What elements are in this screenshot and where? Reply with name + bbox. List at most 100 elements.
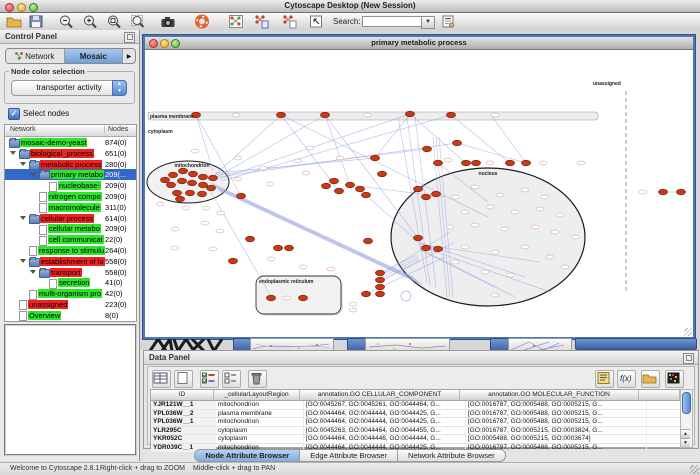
table-cell[interactable]: [GO:0016787, GO:0005488, GO:0005215, G..… bbox=[466, 418, 647, 426]
tab-overflow-arrow-icon[interactable]: ▶ bbox=[123, 49, 135, 63]
table-cell[interactable]: YLR295C bbox=[151, 427, 216, 435]
open-file-icon[interactable] bbox=[6, 14, 22, 29]
tree-row[interactable]: primary metabo209(... bbox=[5, 169, 136, 180]
graph-node[interactable] bbox=[522, 160, 531, 166]
save-session-icon[interactable] bbox=[28, 14, 44, 29]
table-cell[interactable]: cytoplasm bbox=[216, 427, 304, 435]
snapshot-icon[interactable] bbox=[160, 14, 176, 29]
table-cell[interactable]: plasma membrane bbox=[216, 410, 304, 418]
graph-node[interactable] bbox=[346, 182, 355, 188]
disclosure-arrow-icon[interactable] bbox=[20, 162, 26, 166]
tab-network-attribute-browser[interactable]: Network Attribute Browser bbox=[398, 449, 506, 462]
graph-node[interactable] bbox=[422, 245, 431, 251]
network-window[interactable]: primary metabolic process plasma membran… bbox=[143, 35, 695, 339]
table-column-header[interactable]: annotation.GO MOLECULAR_FUNCTION bbox=[460, 390, 639, 400]
tree-row[interactable]: metabolic process280(0) bbox=[5, 159, 136, 170]
table-cell[interactable]: [GO:0045263, GO:0044464, GO:0044455, G..… bbox=[304, 427, 466, 435]
scrollbar-thumb[interactable] bbox=[682, 392, 691, 414]
graph-node[interactable] bbox=[173, 190, 182, 196]
import-attributes-icon[interactable] bbox=[641, 370, 660, 388]
network-overview-icon[interactable] bbox=[228, 14, 244, 29]
zoom-in-icon[interactable] bbox=[82, 14, 98, 29]
graph-node[interactable] bbox=[246, 236, 255, 242]
disclosure-arrow-icon[interactable] bbox=[10, 151, 16, 155]
graph-node[interactable] bbox=[506, 160, 515, 166]
network-window-titlebar[interactable]: primary metabolic process bbox=[145, 37, 693, 50]
graph-node[interactable] bbox=[447, 112, 456, 118]
network-canvas[interactable]: plasma membranecytoplasmmitochondrionnuc… bbox=[145, 50, 693, 337]
graph-node[interactable] bbox=[362, 291, 371, 297]
app-resize-grip-icon[interactable] bbox=[690, 465, 699, 474]
graph-node[interactable] bbox=[285, 245, 294, 251]
select-neighbors-icon[interactable] bbox=[254, 14, 270, 29]
table-cell[interactable]: [GO:0016787, GO:0005215, GO:0003824, G..… bbox=[466, 427, 647, 435]
graph-node[interactable] bbox=[330, 178, 339, 184]
attribute-table-icon[interactable] bbox=[152, 370, 171, 388]
float-panel-icon[interactable] bbox=[124, 32, 135, 43]
graph-node[interactable] bbox=[362, 192, 371, 198]
table-cell[interactable]: YKR052C bbox=[151, 435, 216, 443]
tree-row[interactable]: secretion41(0) bbox=[5, 277, 136, 288]
tree-row[interactable]: cellular metabo209(0) bbox=[5, 223, 136, 234]
unselect-attributes-icon[interactable] bbox=[222, 370, 241, 388]
graph-node[interactable] bbox=[376, 270, 385, 276]
tree-row[interactable]: transport558(0) bbox=[5, 267, 136, 278]
zoom-fit-icon[interactable] bbox=[130, 14, 146, 29]
graph-node[interactable] bbox=[179, 168, 188, 174]
graph-node[interactable] bbox=[414, 186, 423, 192]
window-resize-grip-icon[interactable] bbox=[684, 328, 692, 336]
table-column-header[interactable]: _cellularLayoutRegion bbox=[214, 390, 300, 400]
select-nodes-checkbox[interactable]: ✓ bbox=[8, 108, 20, 120]
tree-row[interactable]: mosaic-demo-yeast874(0) bbox=[5, 137, 136, 148]
table-cell[interactable]: [GO:0044464, GO:0044446, GO:0044444, G..… bbox=[304, 435, 466, 443]
new-attribute-icon[interactable] bbox=[174, 370, 193, 388]
graph-node[interactable] bbox=[274, 245, 283, 251]
table-row[interactable]: YJR121W__1mitochondrion[GO:0045267, GO:0… bbox=[151, 401, 680, 410]
graph-node[interactable] bbox=[378, 171, 387, 177]
graph-node[interactable] bbox=[364, 238, 373, 244]
zoom-out-icon[interactable] bbox=[58, 14, 74, 29]
graph-node[interactable] bbox=[434, 246, 443, 252]
table-cell[interactable]: cytoplasm bbox=[216, 435, 304, 443]
graph-node[interactable] bbox=[321, 112, 330, 118]
graph-node[interactable] bbox=[322, 183, 331, 189]
table-row[interactable]: YPL036W__1mitochondrion[GO:0044464, GO:0… bbox=[151, 418, 680, 427]
help-icon[interactable] bbox=[194, 14, 210, 29]
table-cell[interactable]: [GO:0045267, GO:0045261, GO:0044464, G..… bbox=[304, 401, 466, 409]
graph-node[interactable] bbox=[453, 140, 462, 146]
function-builder-icon[interactable]: f(x) bbox=[617, 370, 636, 388]
graph-node[interactable] bbox=[161, 177, 170, 183]
table-row[interactable]: YKR052Ccytoplasm[GO:0044464, GO:0044446,… bbox=[151, 435, 680, 444]
graph-node[interactable] bbox=[178, 178, 187, 184]
graph-node[interactable] bbox=[229, 258, 238, 264]
tree-row[interactable]: cell communicat22(0) bbox=[5, 234, 136, 245]
table-cell[interactable]: [GO:0044464, GO:0044444, GO:0044425, G..… bbox=[304, 410, 466, 418]
annotation-icon[interactable] bbox=[308, 14, 324, 29]
tree-row[interactable]: nitrogen compo209(0) bbox=[5, 191, 136, 202]
tree-row[interactable]: response to stimulu264(0) bbox=[5, 245, 136, 256]
matrix-icon[interactable] bbox=[665, 370, 684, 388]
scroll-down-icon[interactable]: ▼ bbox=[681, 438, 690, 447]
graph-node[interactable] bbox=[335, 188, 344, 194]
disclosure-arrow-icon[interactable] bbox=[30, 270, 36, 274]
graph-node[interactable] bbox=[199, 182, 208, 188]
table-row[interactable]: YLR295Ccytoplasm[GO:0045263, GO:0044464,… bbox=[151, 427, 680, 436]
graph-node[interactable] bbox=[356, 186, 365, 192]
delete-attribute-icon[interactable] bbox=[248, 370, 267, 388]
search-dropdown-arrow[interactable]: ▼ bbox=[421, 16, 435, 29]
table-row[interactable]: YPL036W__2plasma membrane[GO:0044464, GO… bbox=[151, 410, 680, 419]
table-cell[interactable]: [GO:0044464, GO:0044444, GO:0044425, G..… bbox=[304, 418, 466, 426]
graph-node[interactable] bbox=[422, 194, 431, 200]
graph-node[interactable] bbox=[432, 191, 441, 197]
graph-node[interactable] bbox=[186, 190, 195, 196]
region-plasma-membrane[interactable] bbox=[148, 112, 598, 120]
graph-node[interactable] bbox=[299, 295, 308, 301]
graph-node[interactable] bbox=[659, 189, 668, 195]
tree-row[interactable]: macromolecule311(0) bbox=[5, 202, 136, 213]
graph-node[interactable] bbox=[406, 111, 415, 117]
graph-node[interactable] bbox=[167, 182, 176, 188]
table-cell[interactable]: YPL036W__1 bbox=[151, 418, 216, 426]
disclosure-arrow-icon[interactable] bbox=[20, 216, 26, 220]
node-color-select[interactable]: transporter activity ▲▼ bbox=[11, 80, 127, 96]
graph-node[interactable] bbox=[207, 185, 216, 191]
